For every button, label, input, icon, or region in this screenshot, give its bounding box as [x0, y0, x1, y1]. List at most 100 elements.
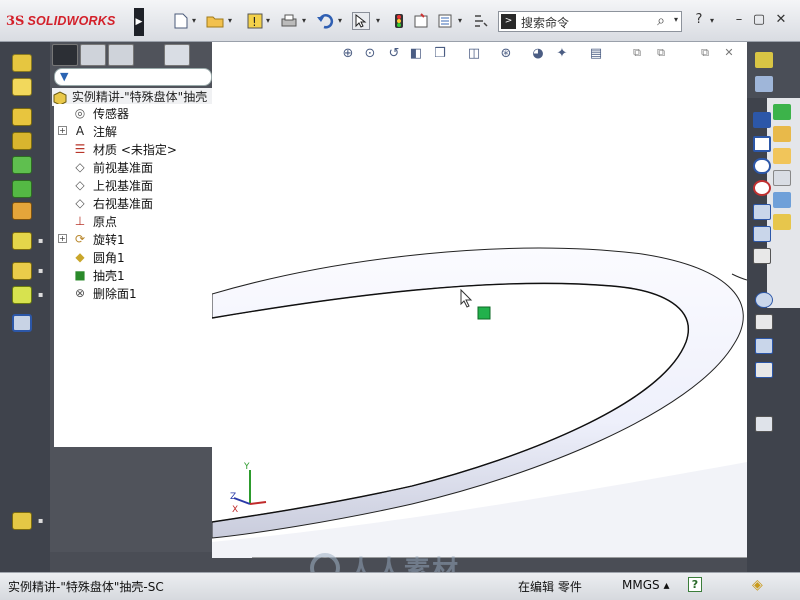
select-dropdown[interactable]: ▾ — [376, 16, 384, 26]
zoom-area-icon[interactable]: ⊙ — [362, 46, 378, 62]
curves-icon[interactable] — [12, 286, 32, 304]
search-icon[interactable]: ⌕ — [657, 13, 665, 29]
slot-tool-icon[interactable] — [753, 158, 771, 174]
instant3d-icon[interactable] — [12, 314, 32, 332]
maximize-button[interactable]: ▢ — [750, 11, 768, 29]
circle-tool-icon[interactable] — [753, 180, 771, 196]
new-document-icon[interactable] — [172, 12, 190, 30]
tab-property-manager[interactable] — [80, 44, 106, 66]
status-help-icon[interactable]: ? — [688, 577, 702, 592]
spline-tool-icon[interactable] — [753, 226, 771, 242]
swept-boss-icon[interactable] — [12, 108, 32, 126]
view-palette-icon[interactable] — [773, 170, 791, 186]
view-settings-icon[interactable]: ▤ — [588, 46, 604, 62]
design-library-icon[interactable] — [773, 126, 791, 142]
units-selector[interactable]: MMGS ▴ — [622, 578, 669, 592]
selected-handle[interactable] — [477, 306, 491, 320]
construction-geometry-icon[interactable] — [755, 338, 773, 354]
expand-toggle-icon[interactable]: + — [58, 126, 67, 135]
appearances-icon[interactable] — [773, 192, 791, 208]
feature-tree-item[interactable]: ⊥ 原点 — [54, 212, 212, 230]
zoom-to-fit-icon[interactable]: ⊕ — [340, 46, 356, 62]
sketch-tool-icon[interactable] — [755, 52, 773, 68]
apply-scene-icon[interactable]: ✦ — [554, 46, 570, 62]
3d-view-icon[interactable] — [755, 416, 773, 432]
print-dropdown[interactable]: ▾ — [302, 16, 310, 26]
rebuild-icon[interactable]: ! — [246, 12, 264, 30]
pattern-icon[interactable] — [12, 232, 32, 250]
graphics-close-icon[interactable]: ✕ — [722, 46, 736, 60]
feature-tree-item[interactable]: + A 注解 — [54, 122, 212, 140]
customize-icon[interactable] — [472, 12, 490, 30]
graphics-area[interactable]: ⊕ ⊙ ↺ ◧ ❒ ◫ ⊛ ◕ ✦ ▤ ⧉ ⧉ ⧉ ✕ Y Z X — [212, 42, 747, 558]
display-style-icon[interactable]: ◫ — [466, 46, 482, 62]
feature-tree-item[interactable]: ⊗ 删除面1 — [54, 284, 212, 302]
undo-dropdown[interactable]: ▾ — [338, 16, 346, 26]
line-tool-icon[interactable] — [753, 112, 771, 128]
graphics-tile-icon-1[interactable]: ⧉ — [630, 46, 644, 60]
feature-tree-item[interactable]: ◎ 传感器 — [54, 104, 212, 122]
rebuild-dropdown[interactable]: ▾ — [266, 16, 274, 26]
expand-toggle-icon[interactable]: + — [58, 234, 67, 243]
feature-tree-item[interactable]: + ⟳ 旋转1 — [54, 230, 212, 248]
solidworks-logo[interactable]: 3S SOLIDWORKS — [6, 10, 132, 32]
menu-expand-button[interactable]: ▶ — [134, 8, 144, 36]
properties-dropdown[interactable]: ▾ — [458, 16, 466, 26]
open-dropdown[interactable]: ▾ — [228, 16, 236, 26]
minimize-button[interactable]: – — [730, 11, 748, 29]
rib-icon[interactable] — [12, 262, 32, 280]
tab-configuration-manager[interactable] — [108, 44, 134, 66]
select-pointer-icon[interactable] — [352, 12, 370, 30]
boundary-boss-icon[interactable] — [12, 156, 32, 174]
rectangle-tool-icon[interactable] — [753, 136, 771, 152]
tag-icon[interactable]: ◈ — [752, 577, 763, 593]
custom-properties-icon[interactable] — [773, 214, 791, 230]
previous-view-icon[interactable]: ↺ — [386, 46, 402, 62]
help-dropdown[interactable]: ▾ — [710, 16, 718, 26]
feature-tree-filter[interactable]: ▼ — [54, 68, 212, 86]
close-button[interactable]: ✕ — [772, 11, 790, 29]
pattern-dropdown[interactable]: ▪ — [38, 236, 43, 245]
feature-tree-item[interactable]: ■ 抽壳1 — [54, 266, 212, 284]
options-icon[interactable] — [412, 12, 430, 30]
section-view-icon[interactable]: ◧ — [408, 46, 424, 62]
centerline-icon[interactable] — [755, 314, 773, 330]
view-orientation-icon[interactable]: ❒ — [432, 46, 448, 62]
search-dropdown-icon[interactable]: ▾ — [674, 15, 678, 24]
sketch-text-icon[interactable] — [755, 362, 773, 378]
tab-display-manager[interactable] — [164, 44, 190, 66]
extruded-boss-icon[interactable] — [12, 54, 32, 72]
help-button[interactable]: ? — [690, 11, 708, 29]
lofted-boss-icon[interactable] — [12, 132, 32, 150]
fillet-sketch-icon[interactable] — [753, 248, 771, 264]
edit-appearance-icon[interactable]: ◕ — [530, 46, 546, 62]
graphics-tile-icon-2[interactable]: ⧉ — [654, 46, 668, 60]
feature-tree-item[interactable]: ◇ 右视基准面 — [54, 194, 212, 212]
revolved-boss-icon[interactable] — [12, 78, 32, 96]
new-document-dropdown[interactable]: ▾ — [192, 16, 200, 26]
arc-tool-icon[interactable] — [753, 204, 771, 220]
print-icon[interactable] — [280, 12, 298, 30]
file-properties-icon[interactable] — [436, 12, 454, 30]
feature-tree-item[interactable]: ◇ 前视基准面 — [54, 158, 212, 176]
point-tool-icon[interactable] — [755, 292, 773, 308]
solidworks-resources-icon[interactable] — [773, 104, 791, 120]
feature-tree-item[interactable]: ◇ 上视基准面 — [54, 176, 212, 194]
search-commands-input[interactable]: > 搜索命令 ⌕ ▾ — [498, 11, 682, 32]
rib-dropdown[interactable]: ▪ — [38, 266, 43, 275]
feature-tree-item[interactable]: ☰ 材质 <未指定> — [54, 140, 212, 158]
undo-icon[interactable] — [316, 12, 334, 30]
curves-dropdown[interactable]: ▪ — [38, 290, 43, 299]
cut-extrude-icon[interactable] — [12, 180, 32, 198]
hide-show-icon[interactable]: ⊛ — [498, 46, 514, 62]
features-dropdown[interactable]: ▪ — [38, 516, 43, 525]
tab-feature-tree[interactable] — [52, 44, 78, 66]
graphics-restore-icon[interactable]: ⧉ — [698, 46, 712, 60]
hole-wizard-icon[interactable] — [12, 202, 32, 220]
open-folder-icon[interactable] — [206, 12, 224, 30]
features-toolbar-icon[interactable] — [12, 512, 32, 530]
feature-tree-item[interactable]: ◆ 圆角1 — [54, 248, 212, 266]
smart-dimension-icon[interactable] — [755, 76, 773, 92]
part-model[interactable] — [212, 42, 747, 558]
file-explorer-icon[interactable] — [773, 148, 791, 164]
